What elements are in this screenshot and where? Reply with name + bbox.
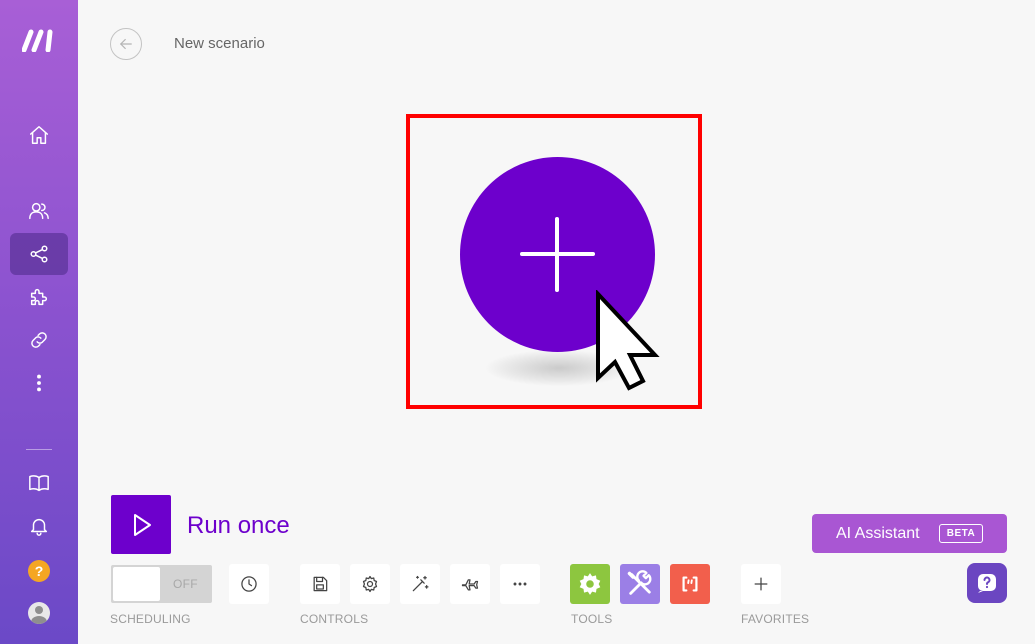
sidebar-item-home[interactable] [10,114,68,156]
sidebar-item-more[interactable] [10,362,68,404]
mouse-pointer-icon [596,290,660,391]
home-icon [30,126,48,144]
page-title: New scenario [174,35,265,52]
auto-align-button[interactable] [400,564,440,604]
explain-flow-button[interactable] [450,564,490,604]
puzzle-icon [30,288,48,306]
scenario-settings-button[interactable] [350,564,390,604]
ai-assistant-label: AI Assistant [836,525,920,542]
sidebar: ? [0,0,78,644]
dots-vertical-icon [37,374,41,392]
tools-tool[interactable] [620,564,660,604]
scheduling-label: SCHEDULING [110,612,191,626]
sidebar-item-team[interactable] [10,190,68,232]
brackets-icon [682,576,698,592]
sidebar-item-help[interactable]: ? [10,550,68,592]
tools-label: TOOLS [571,612,613,626]
controls-label: CONTROLS [300,612,369,626]
share-nodes-icon [30,245,48,263]
sidebar-item-apps[interactable] [10,276,68,318]
favorites-label: FAVORITES [741,612,810,626]
save-button[interactable] [300,564,340,604]
avatar-icon [28,602,50,624]
book-icon [29,475,49,492]
beta-badge: BETA [939,524,983,543]
gear-icon [362,575,378,593]
chat-support-button[interactable] [967,563,1007,603]
bell-icon [30,518,48,536]
link-icon [31,332,47,348]
run-once-button[interactable] [111,495,171,554]
clock-icon [241,576,257,592]
more-options-button[interactable] [500,564,540,604]
users-icon [29,202,49,220]
make-logo[interactable] [22,28,58,52]
airplane-icon [461,579,479,591]
plus-icon [754,577,768,591]
play-icon [134,513,151,536]
sidebar-divider [26,449,52,450]
back-button[interactable] [110,28,142,60]
gear-icon [579,573,601,595]
sidebar-item-notifications[interactable] [10,505,68,547]
save-icon [313,576,328,592]
chat-help-icon [978,574,996,593]
sidebar-item-scenarios[interactable] [10,233,68,275]
magic-wand-icon [412,575,429,592]
sidebar-item-docs[interactable] [10,462,68,504]
run-once-label[interactable]: Run once [187,512,290,540]
text-parser-tool[interactable] [670,564,710,604]
wrench-screwdriver-icon [627,570,652,595]
flow-control-tool[interactable] [570,564,610,604]
toggle-state: OFF [173,577,198,591]
schedule-settings-button[interactable] [229,564,269,604]
arrow-left-icon [120,38,132,50]
toggle-knob [113,567,160,601]
scheduling-toggle[interactable]: OFF [111,565,212,603]
dots-horizontal-icon [513,582,527,586]
sidebar-item-profile[interactable] [10,592,68,634]
ai-assistant-button[interactable]: AI Assistant BETA [812,514,1007,553]
help-icon: ? [28,560,50,582]
add-favorite-button[interactable] [741,564,781,604]
sidebar-item-connections[interactable] [10,319,68,361]
